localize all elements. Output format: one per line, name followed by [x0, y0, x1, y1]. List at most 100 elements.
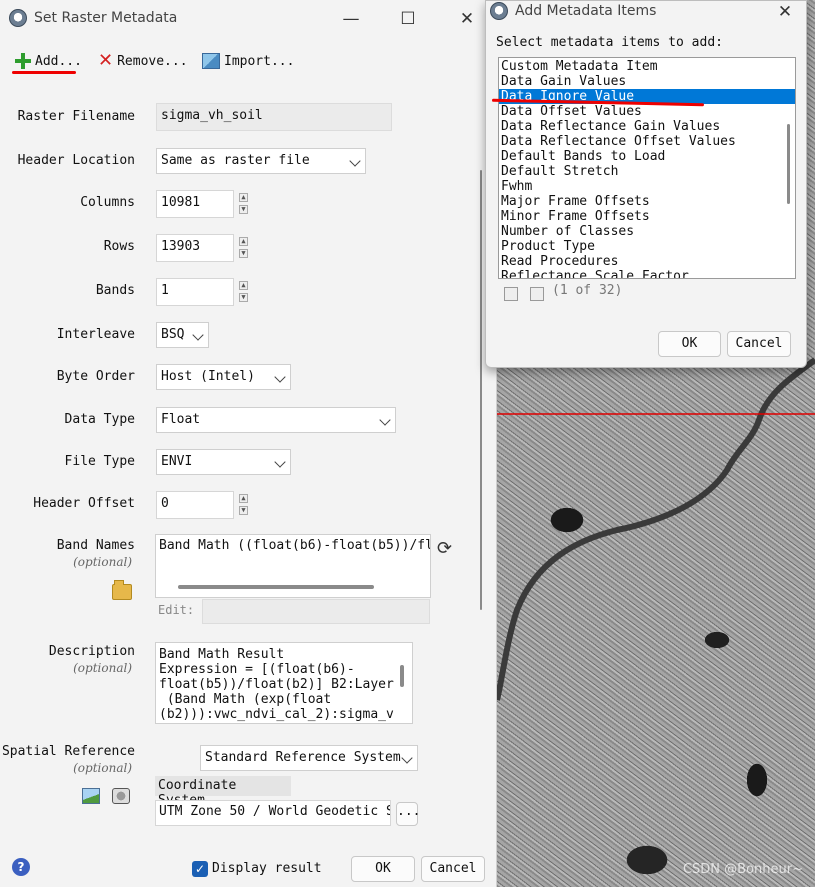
spatial-reference-label: Spatial Reference — [1, 744, 135, 759]
spatial-reference-optional-label: (optional) — [73, 761, 132, 775]
metadata-prompt: Select metadata items to add: — [496, 35, 723, 50]
metadata-items-list[interactable]: Custom Metadata Item Data Gain Values Da… — [498, 57, 796, 279]
list-item[interactable]: Data Reflectance Offset Values — [499, 134, 795, 149]
header-location-value: Same as raster file — [161, 153, 310, 168]
rows-input[interactable]: 13903 — [156, 234, 234, 262]
list-item[interactable]: Major Frame Offsets — [499, 194, 795, 209]
list-item[interactable]: Default Bands to Load — [499, 149, 795, 164]
bands-input[interactable]: 1 — [156, 278, 234, 306]
interleave-select[interactable]: BSQ — [156, 322, 209, 348]
data-type-value: Float — [161, 412, 201, 427]
browse-coordinate-button[interactable]: ... — [396, 802, 420, 826]
import-icon — [202, 53, 220, 69]
help-icon[interactable]: ? — [12, 858, 30, 876]
deselect-all-icon[interactable] — [530, 287, 544, 301]
band-names-optional-label: (optional) — [73, 555, 132, 569]
list-item[interactable]: Minor Frame Offsets — [499, 209, 795, 224]
description-line: Band Math Result — [159, 647, 285, 662]
reference-system-select[interactable]: Standard Reference System — [200, 745, 418, 771]
data-type-select[interactable]: Float — [156, 407, 396, 433]
folder-icon[interactable] — [112, 580, 132, 600]
header-location-select[interactable]: Same as raster file — [156, 148, 366, 174]
close-button[interactable]: ✕ — [774, 1, 796, 23]
file-type-value: ENVI — [161, 454, 193, 469]
cancel-button[interactable]: Cancel — [421, 856, 485, 882]
rows-spinner[interactable]: ▲ ▼ — [239, 237, 249, 259]
selection-count: (1 of 32) — [552, 283, 623, 298]
metadata-dialog-title: Add Metadata Items — [515, 3, 657, 19]
header-offset-spinner[interactable]: ▲ ▼ — [239, 494, 249, 516]
list-item[interactable]: Data Reflectance Gain Values — [499, 119, 795, 134]
vertical-scrollbar-thumb[interactable] — [400, 665, 404, 687]
rows-label: Rows — [103, 239, 135, 254]
chevron-down-icon — [349, 155, 361, 167]
list-item[interactable]: Data Offset Values — [499, 104, 795, 119]
header-offset-input[interactable]: 0 — [156, 491, 234, 519]
header-location-label: Header Location — [17, 153, 135, 168]
maximize-button[interactable]: ☐ — [397, 8, 419, 30]
refresh-icon[interactable]: ⟳ — [437, 538, 452, 559]
display-result-label: Display result — [212, 861, 322, 876]
edit-label: Edit: — [158, 603, 195, 617]
list-scrollbar-thumb[interactable] — [787, 124, 790, 204]
description-line: Expression = [(float(b6)- — [159, 662, 355, 677]
remove-button[interactable]: ✕ Remove... — [98, 50, 188, 72]
band-names-label: Band Names — [56, 538, 135, 553]
add-button[interactable]: Add... — [15, 50, 82, 72]
main-scrollbar-thumb[interactable] — [480, 170, 482, 610]
byte-order-select[interactable]: Host (Intel) — [156, 364, 291, 390]
description-optional-label: (optional) — [73, 661, 132, 675]
import-button-label: Import... — [224, 53, 295, 69]
bands-spinner[interactable]: ▲ ▼ — [239, 281, 249, 303]
minimize-button[interactable]: — — [340, 8, 362, 30]
list-item[interactable]: Custom Metadata Item — [499, 59, 795, 74]
interleave-label: Interleave — [56, 327, 135, 342]
list-item[interactable]: Product Type — [499, 239, 795, 254]
chevron-down-icon — [401, 752, 413, 764]
columns-spinner[interactable]: ▲ ▼ — [239, 193, 249, 215]
envi-app-icon — [490, 2, 508, 20]
close-button[interactable]: ✕ — [456, 8, 478, 30]
file-type-select[interactable]: ENVI — [156, 449, 291, 475]
byte-order-label: Byte Order — [56, 369, 135, 384]
envi-app-icon — [9, 9, 27, 27]
main-scrollbar-track[interactable] — [477, 100, 485, 840]
band-names-list[interactable]: Band Math ((float(b6)-float(b5))/flo — [155, 534, 431, 598]
horizontal-scrollbar-thumb[interactable] — [178, 585, 374, 589]
list-item[interactable]: Data Gain Values — [499, 74, 795, 89]
list-item[interactable]: Read Procedures — [499, 254, 795, 269]
coordinate-system-field[interactable]: UTM Zone 50 / World Geodetic Sy — [155, 800, 391, 826]
columns-input[interactable]: 10981 — [156, 190, 234, 218]
description-label: Description — [48, 644, 135, 659]
description-line: float(b5))/float(b2)] B2:Layer — [159, 677, 394, 692]
chevron-down-icon — [192, 329, 204, 341]
cancel-button[interactable]: Cancel — [727, 331, 791, 357]
ok-button[interactable]: OK — [658, 331, 721, 357]
file-type-label: File Type — [64, 454, 135, 469]
raster-filename-field: sigma_vh_soil — [156, 103, 392, 131]
add-metadata-items-dialog: Add Metadata Items ✕ Select metadata ite… — [485, 0, 807, 368]
set-raster-metadata-dialog: Set Raster Metadata — ☐ ✕ Add... ✕ Remov… — [0, 0, 497, 887]
chevron-down-icon — [274, 371, 286, 383]
list-item[interactable]: Reflectance Scale Factor — [499, 269, 795, 278]
plus-icon — [15, 53, 31, 69]
list-item[interactable]: Number of Classes — [499, 224, 795, 239]
display-result-checkbox[interactable]: ✓ — [192, 861, 208, 877]
interleave-value: BSQ — [161, 327, 185, 342]
band-name-edit-field[interactable] — [202, 599, 430, 624]
description-line: (Band Math (exp(float — [159, 692, 332, 707]
coordinate-system-header: Coordinate System — [155, 776, 291, 808]
titlebar: Set Raster Metadata — ☐ ✕ — [0, 0, 496, 38]
list-item[interactable]: Default Stretch — [499, 164, 795, 179]
data-type-label: Data Type — [64, 412, 135, 427]
raster-filename-label: Raster Filename — [17, 109, 135, 124]
ok-button[interactable]: OK — [351, 856, 415, 882]
globe-icon[interactable] — [112, 788, 130, 804]
list-item[interactable]: Fwhm — [499, 179, 795, 194]
chevron-down-icon — [379, 414, 391, 426]
description-textarea[interactable]: Band Math Result Expression = [(float(b6… — [155, 642, 413, 724]
select-all-icon[interactable] — [504, 287, 518, 301]
import-button[interactable]: Import... — [202, 50, 294, 72]
remove-x-icon: ✕ — [98, 50, 114, 71]
image-reference-icon[interactable] — [82, 788, 100, 804]
